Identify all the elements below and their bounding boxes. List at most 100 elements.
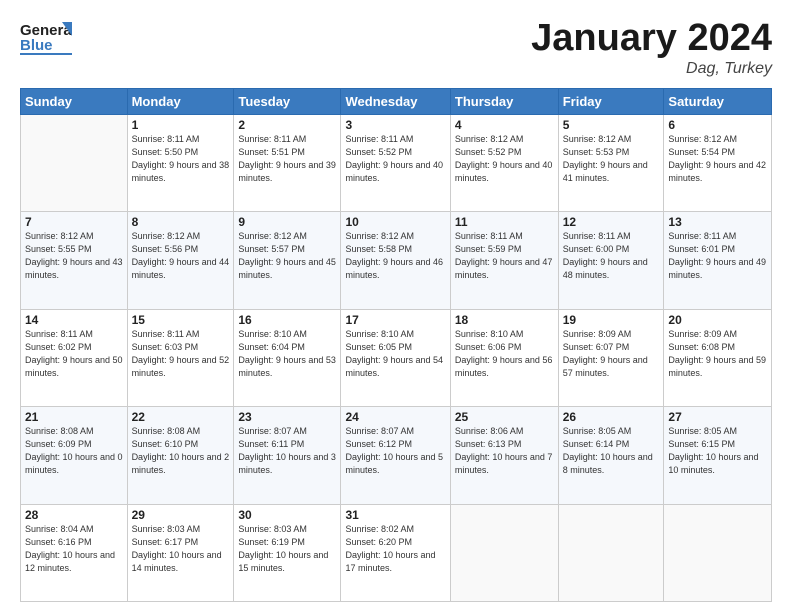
day-number: 18 bbox=[455, 313, 554, 327]
day-info: Sunrise: 8:10 AMSunset: 6:05 PMDaylight:… bbox=[345, 328, 445, 380]
day-info: Sunrise: 8:09 AMSunset: 6:08 PMDaylight:… bbox=[668, 328, 767, 380]
cell-4-3: 31Sunrise: 8:02 AMSunset: 6:20 PMDayligh… bbox=[341, 504, 450, 601]
week-row-0: 1Sunrise: 8:11 AMSunset: 5:50 PMDaylight… bbox=[21, 114, 772, 211]
cell-3-2: 23Sunrise: 8:07 AMSunset: 6:11 PMDayligh… bbox=[234, 407, 341, 504]
day-number: 28 bbox=[25, 508, 123, 522]
cell-1-6: 13Sunrise: 8:11 AMSunset: 6:01 PMDayligh… bbox=[664, 212, 772, 309]
day-info: Sunrise: 8:07 AMSunset: 6:12 PMDaylight:… bbox=[345, 425, 445, 477]
week-row-4: 28Sunrise: 8:04 AMSunset: 6:16 PMDayligh… bbox=[21, 504, 772, 601]
day-number: 1 bbox=[132, 118, 230, 132]
day-info: Sunrise: 8:11 AMSunset: 5:50 PMDaylight:… bbox=[132, 133, 230, 185]
day-info: Sunrise: 8:12 AMSunset: 5:55 PMDaylight:… bbox=[25, 230, 123, 282]
col-saturday: Saturday bbox=[664, 88, 772, 114]
cell-3-3: 24Sunrise: 8:07 AMSunset: 6:12 PMDayligh… bbox=[341, 407, 450, 504]
svg-text:Blue: Blue bbox=[20, 37, 53, 54]
cell-2-0: 14Sunrise: 8:11 AMSunset: 6:02 PMDayligh… bbox=[21, 309, 128, 406]
cell-0-3: 3Sunrise: 8:11 AMSunset: 5:52 PMDaylight… bbox=[341, 114, 450, 211]
cell-1-1: 8Sunrise: 8:12 AMSunset: 5:56 PMDaylight… bbox=[127, 212, 234, 309]
week-row-3: 21Sunrise: 8:08 AMSunset: 6:09 PMDayligh… bbox=[21, 407, 772, 504]
day-number: 12 bbox=[563, 215, 660, 229]
cell-2-2: 16Sunrise: 8:10 AMSunset: 6:04 PMDayligh… bbox=[234, 309, 341, 406]
day-number: 8 bbox=[132, 215, 230, 229]
day-number: 11 bbox=[455, 215, 554, 229]
cell-0-5: 5Sunrise: 8:12 AMSunset: 5:53 PMDaylight… bbox=[558, 114, 664, 211]
cell-4-5 bbox=[558, 504, 664, 601]
day-info: Sunrise: 8:05 AMSunset: 6:14 PMDaylight:… bbox=[563, 425, 660, 477]
cell-0-6: 6Sunrise: 8:12 AMSunset: 5:54 PMDaylight… bbox=[664, 114, 772, 211]
cell-4-1: 29Sunrise: 8:03 AMSunset: 6:17 PMDayligh… bbox=[127, 504, 234, 601]
day-number: 9 bbox=[238, 215, 336, 229]
day-info: Sunrise: 8:11 AMSunset: 5:52 PMDaylight:… bbox=[345, 133, 445, 185]
day-info: Sunrise: 8:11 AMSunset: 6:02 PMDaylight:… bbox=[25, 328, 123, 380]
cell-2-1: 15Sunrise: 8:11 AMSunset: 6:03 PMDayligh… bbox=[127, 309, 234, 406]
cell-3-0: 21Sunrise: 8:08 AMSunset: 6:09 PMDayligh… bbox=[21, 407, 128, 504]
page: General Blue January 2024 Dag, Turkey Su… bbox=[0, 0, 792, 612]
cell-4-6 bbox=[664, 504, 772, 601]
day-info: Sunrise: 8:05 AMSunset: 6:15 PMDaylight:… bbox=[668, 425, 767, 477]
day-number: 4 bbox=[455, 118, 554, 132]
cell-0-4: 4Sunrise: 8:12 AMSunset: 5:52 PMDaylight… bbox=[450, 114, 558, 211]
day-info: Sunrise: 8:11 AMSunset: 6:01 PMDaylight:… bbox=[668, 230, 767, 282]
day-number: 29 bbox=[132, 508, 230, 522]
col-thursday: Thursday bbox=[450, 88, 558, 114]
day-number: 2 bbox=[238, 118, 336, 132]
day-info: Sunrise: 8:10 AMSunset: 6:06 PMDaylight:… bbox=[455, 328, 554, 380]
header-row: Sunday Monday Tuesday Wednesday Thursday… bbox=[21, 88, 772, 114]
cell-0-2: 2Sunrise: 8:11 AMSunset: 5:51 PMDaylight… bbox=[234, 114, 341, 211]
day-info: Sunrise: 8:10 AMSunset: 6:04 PMDaylight:… bbox=[238, 328, 336, 380]
header: General Blue January 2024 Dag, Turkey bbox=[20, 18, 772, 78]
col-tuesday: Tuesday bbox=[234, 88, 341, 114]
cell-3-4: 25Sunrise: 8:06 AMSunset: 6:13 PMDayligh… bbox=[450, 407, 558, 504]
day-number: 22 bbox=[132, 410, 230, 424]
cell-2-4: 18Sunrise: 8:10 AMSunset: 6:06 PMDayligh… bbox=[450, 309, 558, 406]
day-number: 21 bbox=[25, 410, 123, 424]
cell-3-1: 22Sunrise: 8:08 AMSunset: 6:10 PMDayligh… bbox=[127, 407, 234, 504]
cell-4-2: 30Sunrise: 8:03 AMSunset: 6:19 PMDayligh… bbox=[234, 504, 341, 601]
day-info: Sunrise: 8:06 AMSunset: 6:13 PMDaylight:… bbox=[455, 425, 554, 477]
day-number: 6 bbox=[668, 118, 767, 132]
subtitle: Dag, Turkey bbox=[531, 60, 772, 78]
day-number: 10 bbox=[345, 215, 445, 229]
day-info: Sunrise: 8:09 AMSunset: 6:07 PMDaylight:… bbox=[563, 328, 660, 380]
logo: General Blue bbox=[20, 18, 72, 56]
day-info: Sunrise: 8:03 AMSunset: 6:17 PMDaylight:… bbox=[132, 523, 230, 575]
day-info: Sunrise: 8:12 AMSunset: 5:58 PMDaylight:… bbox=[345, 230, 445, 282]
day-info: Sunrise: 8:11 AMSunset: 5:51 PMDaylight:… bbox=[238, 133, 336, 185]
day-info: Sunrise: 8:11 AMSunset: 6:00 PMDaylight:… bbox=[563, 230, 660, 282]
day-info: Sunrise: 8:11 AMSunset: 6:03 PMDaylight:… bbox=[132, 328, 230, 380]
day-number: 16 bbox=[238, 313, 336, 327]
month-title: January 2024 bbox=[531, 18, 772, 60]
day-info: Sunrise: 8:08 AMSunset: 6:10 PMDaylight:… bbox=[132, 425, 230, 477]
cell-4-4 bbox=[450, 504, 558, 601]
day-number: 13 bbox=[668, 215, 767, 229]
day-info: Sunrise: 8:12 AMSunset: 5:54 PMDaylight:… bbox=[668, 133, 767, 185]
day-number: 17 bbox=[345, 313, 445, 327]
col-sunday: Sunday bbox=[21, 88, 128, 114]
day-info: Sunrise: 8:12 AMSunset: 5:56 PMDaylight:… bbox=[132, 230, 230, 282]
cell-1-0: 7Sunrise: 8:12 AMSunset: 5:55 PMDaylight… bbox=[21, 212, 128, 309]
day-info: Sunrise: 8:11 AMSunset: 5:59 PMDaylight:… bbox=[455, 230, 554, 282]
cell-1-3: 10Sunrise: 8:12 AMSunset: 5:58 PMDayligh… bbox=[341, 212, 450, 309]
cell-2-3: 17Sunrise: 8:10 AMSunset: 6:05 PMDayligh… bbox=[341, 309, 450, 406]
calendar-table: Sunday Monday Tuesday Wednesday Thursday… bbox=[20, 88, 772, 602]
day-number: 5 bbox=[563, 118, 660, 132]
day-info: Sunrise: 8:07 AMSunset: 6:11 PMDaylight:… bbox=[238, 425, 336, 477]
day-number: 31 bbox=[345, 508, 445, 522]
cell-4-0: 28Sunrise: 8:04 AMSunset: 6:16 PMDayligh… bbox=[21, 504, 128, 601]
day-info: Sunrise: 8:02 AMSunset: 6:20 PMDaylight:… bbox=[345, 523, 445, 575]
cell-2-6: 20Sunrise: 8:09 AMSunset: 6:08 PMDayligh… bbox=[664, 309, 772, 406]
cell-1-2: 9Sunrise: 8:12 AMSunset: 5:57 PMDaylight… bbox=[234, 212, 341, 309]
day-info: Sunrise: 8:03 AMSunset: 6:19 PMDaylight:… bbox=[238, 523, 336, 575]
col-monday: Monday bbox=[127, 88, 234, 114]
week-row-2: 14Sunrise: 8:11 AMSunset: 6:02 PMDayligh… bbox=[21, 309, 772, 406]
logo-wrapper: General Blue bbox=[20, 18, 72, 56]
day-number: 24 bbox=[345, 410, 445, 424]
cell-3-5: 26Sunrise: 8:05 AMSunset: 6:14 PMDayligh… bbox=[558, 407, 664, 504]
day-info: Sunrise: 8:04 AMSunset: 6:16 PMDaylight:… bbox=[25, 523, 123, 575]
col-friday: Friday bbox=[558, 88, 664, 114]
day-number: 19 bbox=[563, 313, 660, 327]
day-number: 30 bbox=[238, 508, 336, 522]
day-number: 7 bbox=[25, 215, 123, 229]
title-block: January 2024 Dag, Turkey bbox=[531, 18, 772, 78]
col-wednesday: Wednesday bbox=[341, 88, 450, 114]
